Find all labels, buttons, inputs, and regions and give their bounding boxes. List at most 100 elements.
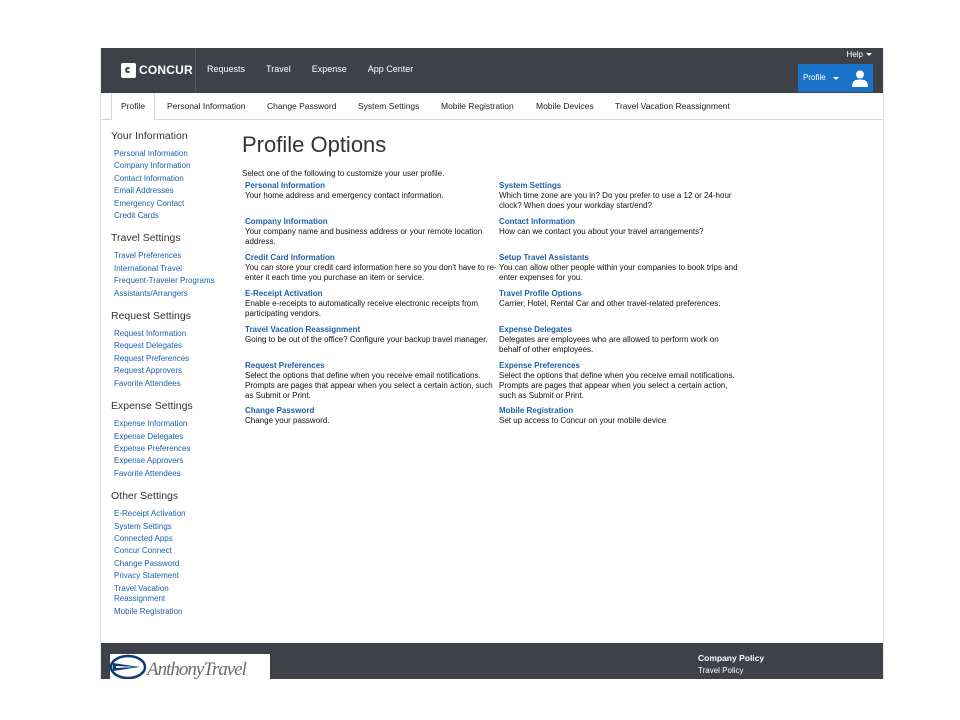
option-link[interactable]: System Settings	[499, 181, 739, 191]
sidebar-heading: Your Information	[111, 130, 188, 142]
user-avatar-icon	[852, 70, 868, 87]
option-link[interactable]: Expense Delegates	[499, 325, 739, 335]
sidebar-item-credit-cards[interactable]: Credit Cards	[111, 210, 231, 222]
sidebar-item-assistants-arrangers[interactable]: Assistants/Arrangers	[111, 288, 231, 300]
option-description: Which time zone are you in? Do you prefe…	[499, 191, 732, 210]
intro-text: Select one of the following to customize…	[242, 169, 445, 178]
option-link[interactable]: Travel Profile Options	[499, 289, 739, 299]
option-link[interactable]: Contact Information	[499, 217, 739, 227]
tab-personal-information[interactable]: Personal Information	[167, 93, 245, 119]
nav-travel[interactable]: Travel	[266, 64, 291, 74]
option-description: Select the options that define when you …	[499, 371, 735, 400]
sidebar-item-mobile-registration[interactable]: Mobile Registration	[111, 606, 231, 618]
nav-expense[interactable]: Expense	[312, 64, 347, 74]
tab-mobile-registration[interactable]: Mobile Registration	[441, 93, 514, 119]
option-setup-travel-assistants: Setup Travel Assistants You can allow ot…	[499, 253, 739, 283]
top-bar: CONCUR Requests Travel Expense App Cente…	[101, 48, 883, 93]
option-description: Delegates are employees who are allowed …	[499, 335, 719, 354]
option-credit-card-information: Credit Card Information You can store yo…	[245, 253, 497, 283]
tab-profile[interactable]: Profile	[111, 93, 156, 120]
option-description: You can store your credit card informati…	[245, 263, 497, 282]
sidebar-item-travel-vacation-reassignment[interactable]: Travel Vacation Reassignment	[111, 584, 184, 604]
sidebar-item-concur-connect[interactable]: Concur Connect	[111, 545, 231, 557]
option-change-password: Change Password Change your password.	[245, 406, 497, 426]
sidebar-item-expense-approvers[interactable]: Expense Approvers	[111, 455, 231, 467]
option-system-settings: System Settings Which time zone are you …	[499, 181, 739, 211]
tab-system-settings[interactable]: System Settings	[358, 93, 419, 119]
company-policy-heading: Company Policy	[698, 653, 765, 663]
chevron-down-icon	[833, 77, 839, 80]
sidebar-item-change-password[interactable]: Change Password	[111, 558, 231, 570]
logo-text: AnthonyTravel	[145, 659, 247, 679]
option-link[interactable]: Change Password	[245, 406, 497, 416]
profile-subnav: Profile Personal Information Change Pass…	[101, 93, 883, 120]
option-description: Your home address and emergency contact …	[245, 191, 444, 200]
option-link[interactable]: Setup Travel Assistants	[499, 253, 739, 263]
sidebar-item-favorite-attendees[interactable]: Favorite Attendees	[111, 468, 231, 480]
travel-policy-link[interactable]: Travel Policy	[698, 666, 744, 675]
option-expense-delegates: Expense Delegates Delegates are employee…	[499, 325, 739, 355]
top-nav: Requests Travel Expense App Center	[207, 64, 434, 74]
sidebar-section-other-settings: Other Settings E-Receipt Activation Syst…	[111, 490, 231, 618]
option-link[interactable]: Mobile Registration	[499, 406, 739, 416]
sidebar-section-request-settings: Request Settings Request Information Req…	[111, 310, 231, 390]
sidebar-item-company-information[interactable]: Company Information	[111, 160, 231, 172]
sidebar-item-request-preferences[interactable]: Request Preferences	[111, 353, 231, 365]
tab-change-password[interactable]: Change Password	[267, 93, 336, 119]
sidebar-item-contact-information[interactable]: Contact Information	[111, 173, 231, 185]
option-contact-information: Contact Information How can we contact y…	[499, 217, 739, 237]
sidebar-item-expense-delegates[interactable]: Expense Delegates	[111, 431, 231, 443]
nav-requests[interactable]: Requests	[207, 64, 245, 74]
sidebar-item-privacy-statement[interactable]: Privacy Statement	[111, 570, 231, 582]
sidebar-section-expense-settings: Expense Settings Expense Information Exp…	[111, 400, 231, 480]
option-company-information: Company Information Your company name an…	[245, 217, 497, 247]
anthony-travel-logo: AnthonyTravel	[109, 654, 270, 679]
option-description: How can we contact you about your travel…	[499, 227, 704, 236]
sidebar-item-request-information[interactable]: Request Information	[111, 328, 231, 340]
option-link[interactable]: E-Receipt Activation	[245, 289, 497, 299]
option-description: Select the options that define when you …	[245, 371, 493, 400]
sidebar-item-request-delegates[interactable]: Request Delegates	[111, 340, 231, 352]
nav-app-center[interactable]: App Center	[368, 64, 414, 74]
profile-label: Profile	[803, 73, 826, 82]
option-link[interactable]: Company Information	[245, 217, 497, 227]
option-description: Enable e-receipts to automatically recei…	[245, 299, 478, 318]
sidebar-section-travel-settings: Travel Settings Travel Preferences Inter…	[111, 232, 231, 300]
option-link[interactable]: Expense Preferences	[499, 361, 739, 371]
sidebar-item-request-approvers[interactable]: Request Approvers	[111, 365, 231, 377]
option-link[interactable]: Request Preferences	[245, 361, 497, 371]
logo-text: CONCUR	[139, 63, 193, 77]
profile-menu-button[interactable]: Profile	[798, 64, 873, 92]
sidebar-item-favorite-attendees[interactable]: Favorite Attendees	[111, 378, 231, 390]
sidebar-item-frequent-traveler-programs[interactable]: Frequent-Traveler Programs	[111, 275, 231, 287]
sidebar-item-emergency-contact[interactable]: Emergency Contact	[111, 198, 231, 210]
option-link[interactable]: Credit Card Information	[245, 253, 497, 263]
sidebar-item-connected-apps[interactable]: Connected Apps	[111, 533, 231, 545]
tab-mobile-devices[interactable]: Mobile Devices	[536, 93, 594, 119]
option-link[interactable]: Personal Information	[245, 181, 497, 191]
sidebar-item-system-settings[interactable]: System Settings	[111, 521, 231, 533]
main-content: Profile Options Select one of the follow…	[242, 132, 762, 178]
sidebar-section-your-information: Your Information Personal Information Co…	[111, 130, 231, 222]
option-travel-profile-options: Travel Profile Options Carrier, Hotel, R…	[499, 289, 739, 309]
help-menu[interactable]: Help	[847, 50, 872, 59]
divider	[195, 48, 196, 93]
option-description: Change your password.	[245, 416, 330, 425]
sidebar-heading: Other Settings	[111, 490, 179, 503]
sidebar-item-e-receipt-activation[interactable]: E-Receipt Activation	[111, 508, 231, 520]
tab-travel-vacation-reassignment[interactable]: Travel Vacation Reassignment	[615, 93, 730, 119]
sidebar-item-expense-information[interactable]: Expense Information	[111, 418, 231, 430]
sidebar-item-expense-preferences[interactable]: Expense Preferences	[111, 443, 231, 455]
sidebar-heading: Expense Settings	[111, 400, 193, 413]
option-description: Carrier, Hotel, Rental Car and other tra…	[499, 299, 721, 308]
option-link[interactable]: Travel Vacation Reassignment	[245, 325, 497, 335]
concur-logo-icon	[121, 62, 136, 78]
footer: AnthonyTravel Company Policy Travel Poli…	[101, 643, 883, 679]
sidebar-item-travel-preferences[interactable]: Travel Preferences	[111, 250, 231, 262]
concur-logo[interactable]: CONCUR	[121, 61, 193, 79]
sidebar-item-email-addresses[interactable]: Email Addresses	[111, 185, 231, 197]
sidebar-item-international-travel[interactable]: International Travel	[111, 263, 231, 275]
sidebar-item-personal-information[interactable]: Personal Information	[111, 148, 231, 160]
option-expense-preferences: Expense Preferences Select the options t…	[499, 361, 739, 401]
option-personal-information: Personal Information Your home address a…	[245, 181, 497, 201]
